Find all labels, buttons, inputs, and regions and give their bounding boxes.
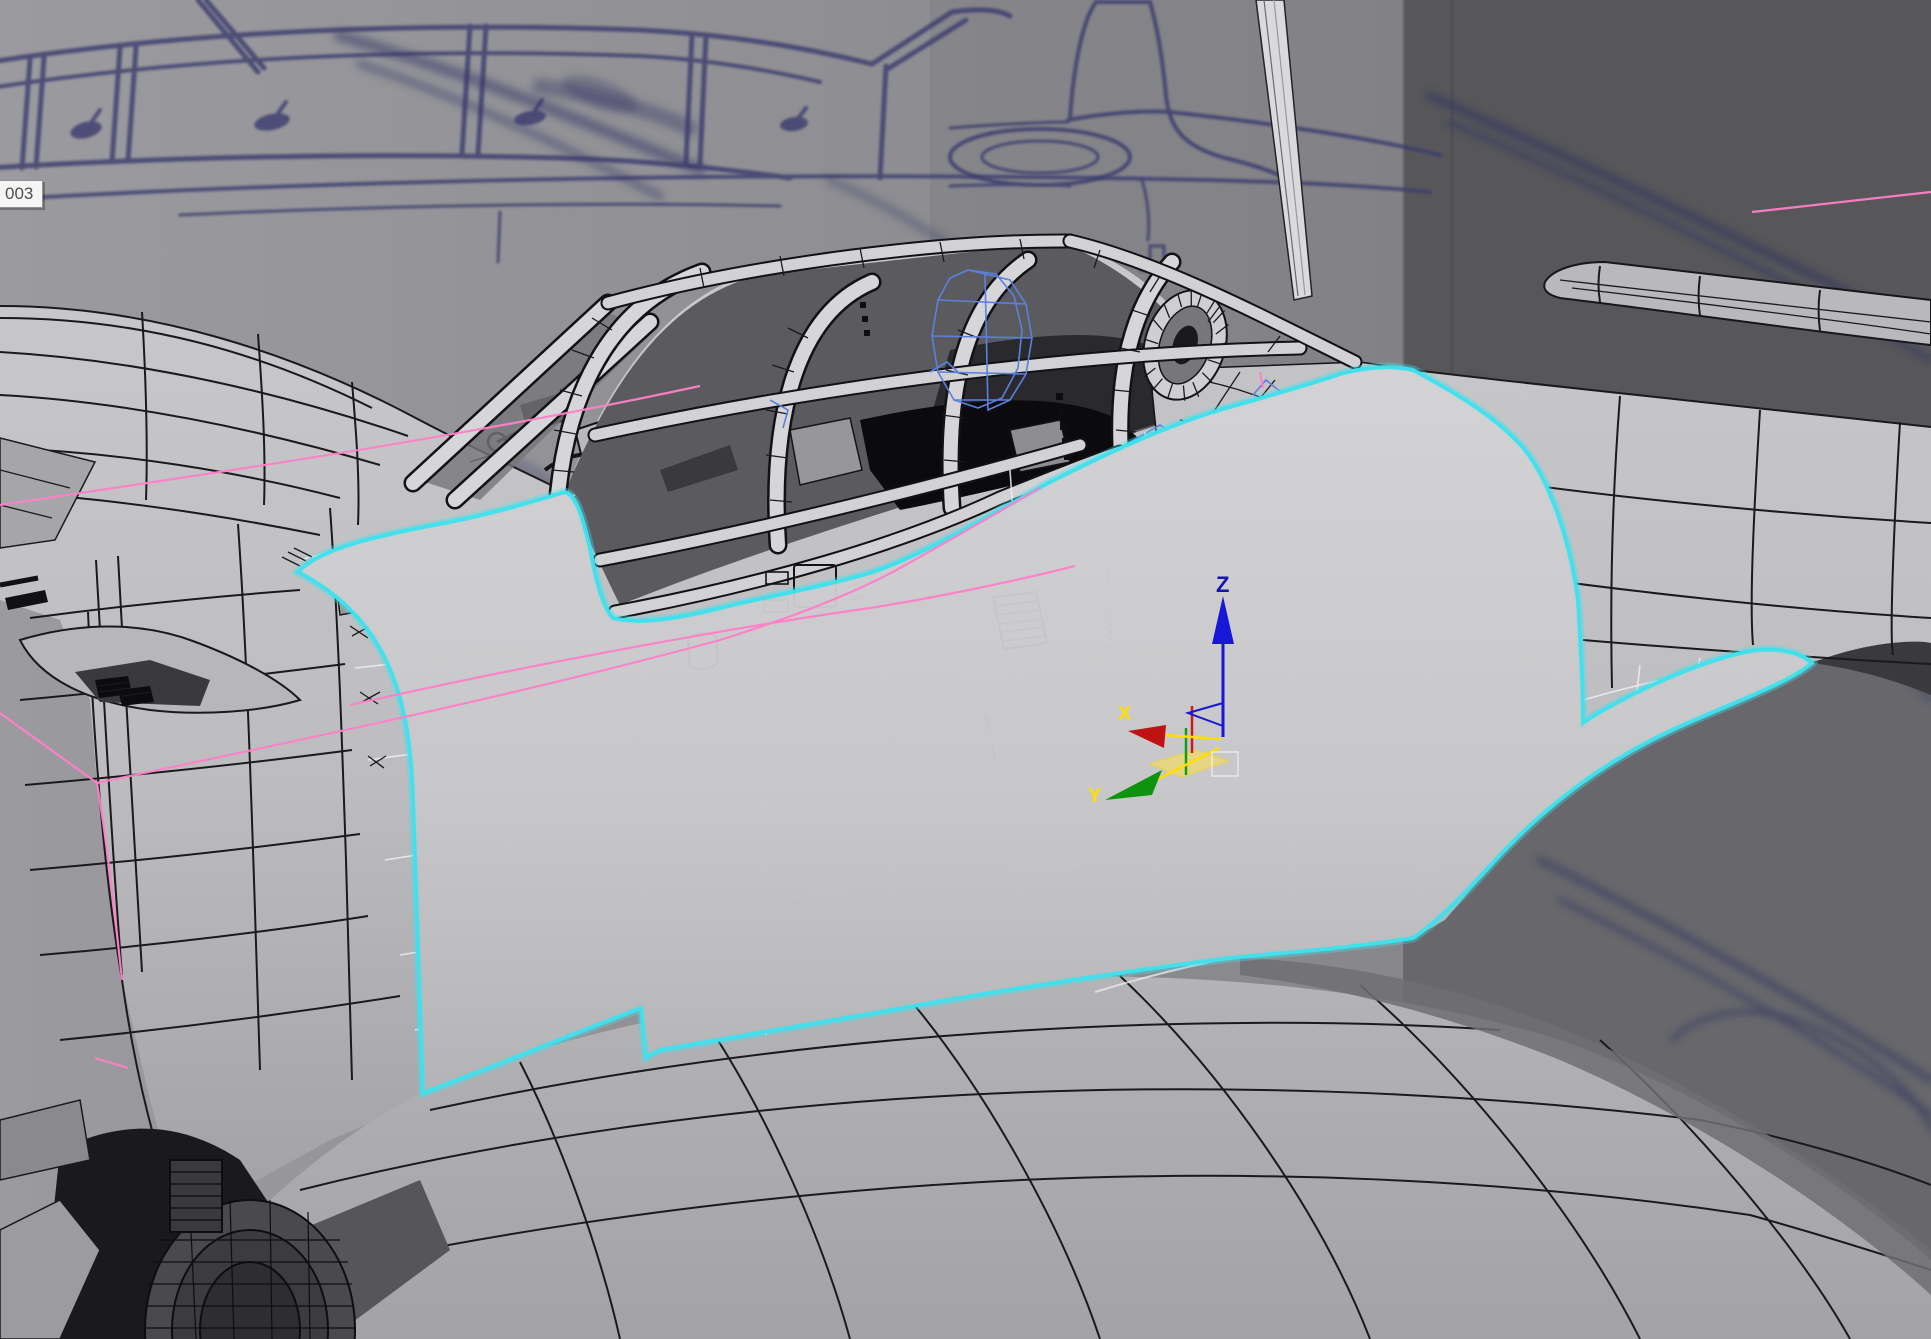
z-axis-label: Z: [1216, 572, 1229, 597]
object-name-tooltip: 003: [0, 180, 43, 208]
x-axis-label: X: [1118, 703, 1132, 725]
viewport-canvas[interactable]: Z X Y 003: [0, 0, 1931, 1339]
y-axis-label: Y: [1088, 785, 1102, 807]
